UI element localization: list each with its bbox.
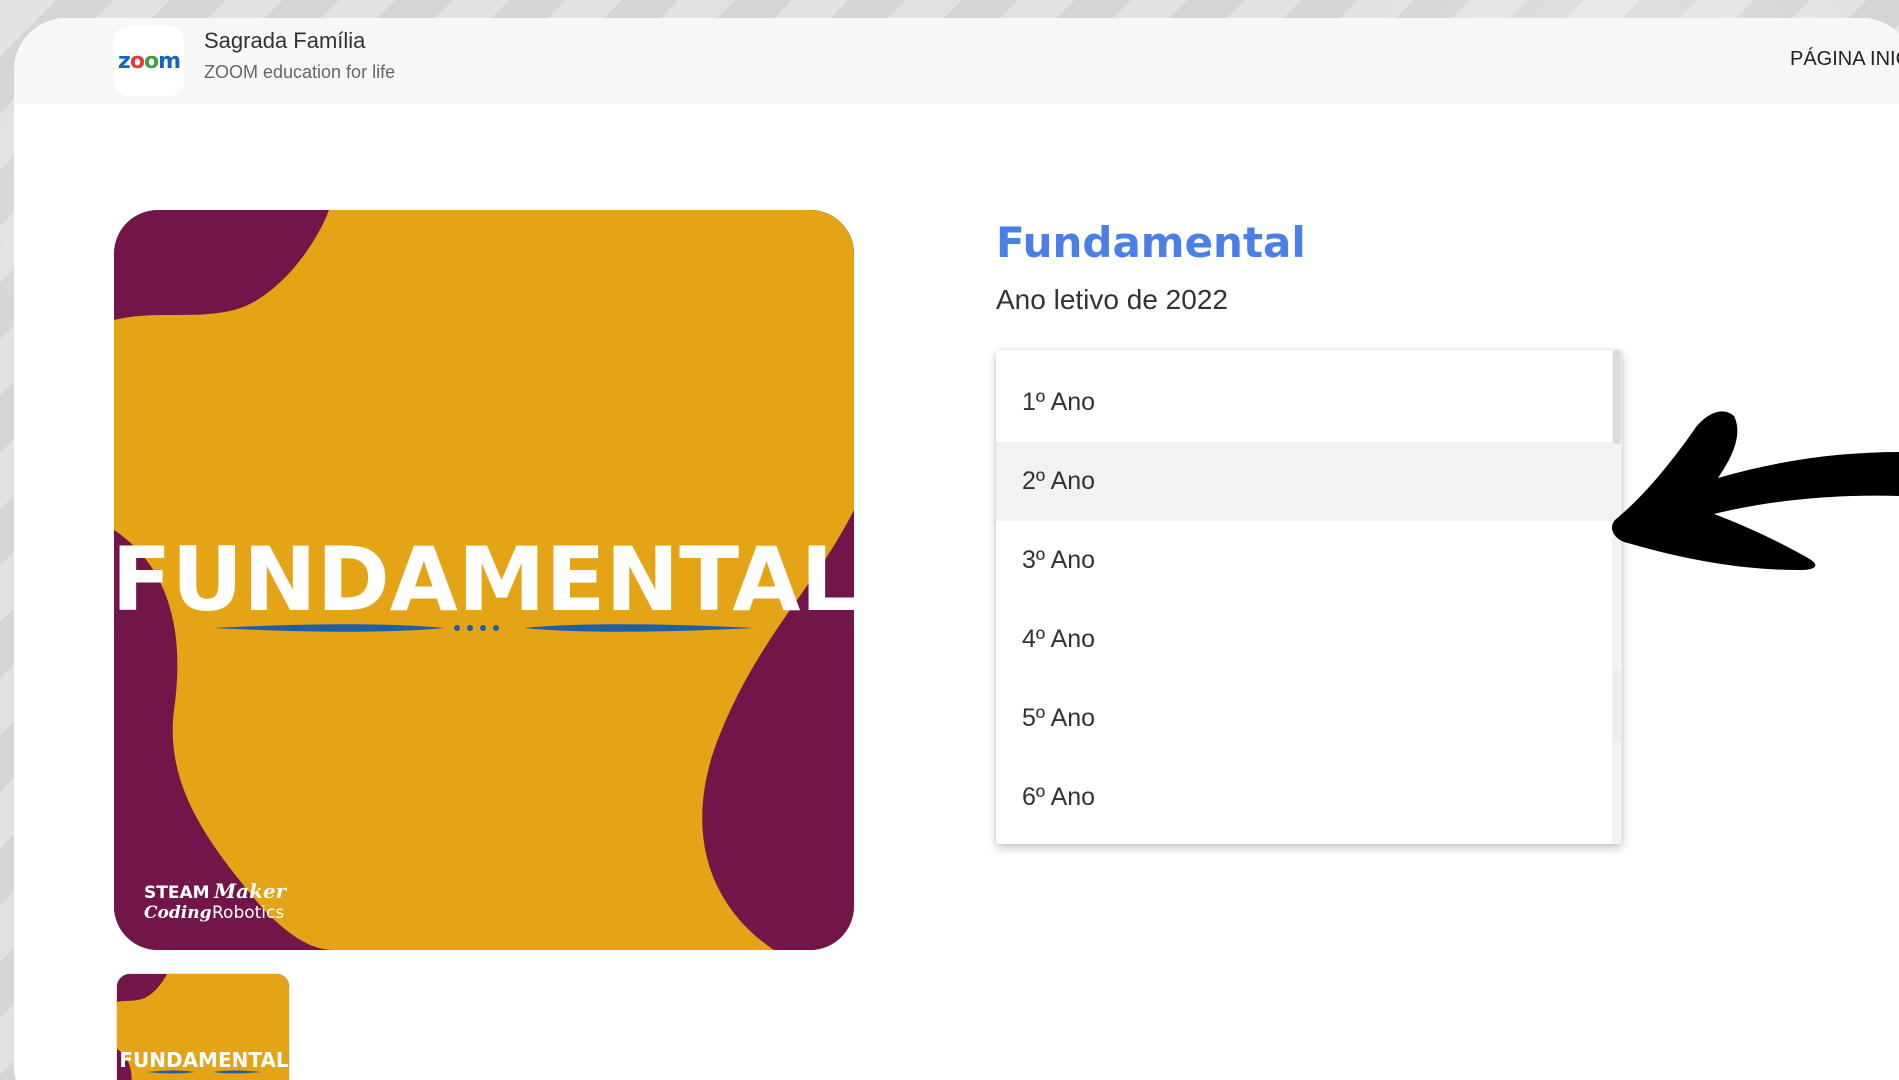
pointer-arrow-icon bbox=[1612, 411, 1899, 570]
dropdown-option[interactable]: 3º Ano bbox=[996, 521, 1612, 600]
top-header: zoom Sagrada Família ZOOM education for … bbox=[14, 18, 1899, 104]
store-subtitle: ZOOM education for life bbox=[204, 62, 396, 82]
dropdown-option[interactable]: 1º Ano bbox=[996, 363, 1612, 442]
product-main-image[interactable]: FUNDAMENTAL STEAM Maker Coding Robotics bbox=[114, 210, 854, 950]
badge-maker-text: Maker bbox=[213, 879, 288, 903]
product-subtitle: Ano letivo de 2022 bbox=[996, 284, 1228, 315]
image-title-text: FUNDAMENTAL bbox=[114, 528, 854, 631]
dropdown-option[interactable]: 6º Ano bbox=[996, 758, 1612, 837]
dropdown-scrollbar-thumb-secondary bbox=[1613, 670, 1621, 742]
dropdown-option[interactable]: 4º Ano bbox=[996, 600, 1612, 679]
dropdown-option-hovered[interactable]: 2º Ano bbox=[996, 442, 1612, 521]
product-thumbnail[interactable]: FUNDAMENTAL bbox=[116, 973, 290, 1080]
store-logo[interactable]: zoom bbox=[114, 26, 184, 96]
zoom-logo-icon: zoom bbox=[118, 48, 181, 74]
dropdown-option[interactable]: 5º Ano bbox=[996, 679, 1612, 758]
badge-steam-text: STEAM bbox=[144, 883, 210, 903]
grade-select-dropdown[interactable]: 1º Ano 2º Ano 3º Ano 4º Ano 5º Ano 6º An… bbox=[996, 350, 1622, 844]
badge-robotics-text: Robotics bbox=[212, 903, 284, 923]
product-title: Fundamental bbox=[996, 218, 1306, 267]
product-image-art: FUNDAMENTAL STEAM Maker Coding Robotics bbox=[114, 210, 854, 950]
badge-coding-text: Coding bbox=[144, 903, 212, 923]
thumbnail-art: FUNDAMENTAL bbox=[117, 974, 289, 1080]
store-name[interactable]: Sagrada Família bbox=[204, 28, 365, 54]
nav-link-home[interactable]: PÁGINA INICIAL bbox=[1790, 48, 1899, 71]
thumbnail-title-text: FUNDAMENTAL bbox=[119, 1048, 289, 1072]
